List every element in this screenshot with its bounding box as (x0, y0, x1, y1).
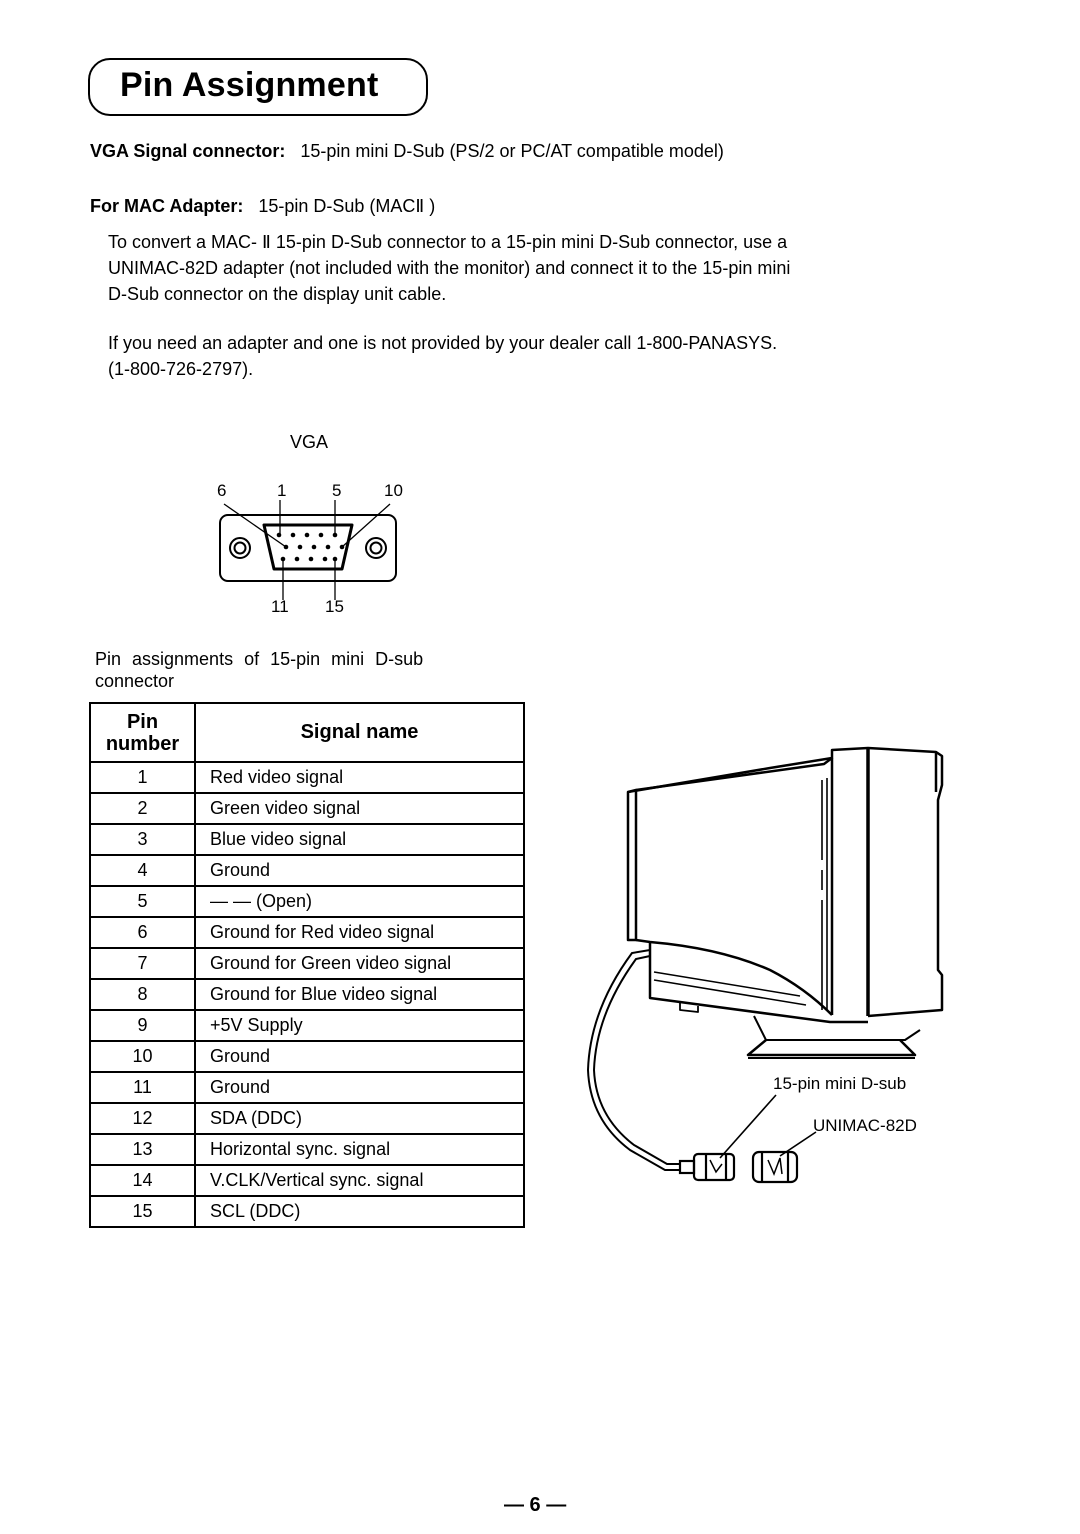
pin-label-10: 10 (384, 481, 403, 500)
signal-name-cell: Ground for Blue video signal (194, 978, 525, 1011)
table-row: 6 Ground for Red video signal (89, 916, 525, 949)
caption-line: Pin assignments of 15-pin mini D-sub (95, 649, 424, 669)
table-row: 7 Ground for Green video signal (89, 947, 525, 980)
signal-name-cell: V.CLK/Vertical sync. signal (194, 1164, 525, 1197)
signal-name-cell: Ground (194, 1040, 525, 1073)
header-signal-name: Signal name (194, 702, 525, 763)
vga-diagram-title: VGA (290, 432, 329, 452)
signal-name-cell: Horizontal sync. signal (194, 1133, 525, 1166)
table-row: 1 Red video signal (89, 761, 525, 794)
table-row: 13 Horizontal sync. signal (89, 1133, 525, 1166)
pin-label-15: 15 (325, 597, 344, 616)
vga-connector-line: VGA Signal connector: 15-pin mini D-Sub … (90, 138, 724, 164)
pin-number-cell: 8 (89, 978, 196, 1011)
convert-line: UNIMAC-82D adapter (not included with th… (108, 258, 791, 278)
unimac-adapter (751, 1150, 799, 1184)
pin-number-cell: 11 (89, 1071, 196, 1104)
table-row: 14 V.CLK/Vertical sync. signal (89, 1164, 525, 1197)
front-bezel (626, 788, 638, 942)
table-row: 2 Green video signal (89, 792, 525, 825)
table-row: 3 Blue video signal (89, 823, 525, 856)
dealer-line: If you need an adapter and one is not pr… (108, 333, 778, 353)
mounting-screw-left (229, 537, 251, 559)
table-row: 5— — (Open) (89, 885, 525, 918)
signal-name-cell: Green video signal (194, 792, 525, 825)
mini-d-sub-plug (678, 1152, 736, 1182)
pin-number-cell: 10 (89, 1040, 196, 1073)
pin-label-5: 5 (332, 481, 342, 500)
mounting-screw-right (365, 537, 387, 559)
table-header-row: Pin number Signal name (89, 702, 525, 763)
signal-cable (586, 949, 680, 1171)
table-row: 15 SCL (DDC) (89, 1195, 525, 1228)
signal-name-cell: Blue video signal (194, 823, 525, 856)
signal-name-cell: Ground for Green video signal (194, 947, 525, 980)
vga-connector-diagram (219, 500, 397, 600)
table-row: 4 Ground (89, 854, 525, 887)
signal-name-cell: Ground for Red video signal (194, 916, 525, 949)
mac-adapter-line: For MAC Adapter: 15-pin D-Sub (MACⅡ ) (90, 193, 435, 219)
convert-paragraph: To convert a MAC- Ⅱ 15-pin D-Sub connect… (108, 229, 790, 307)
pin-number-cell: 6 (89, 916, 196, 949)
convert-line: To convert a MAC- Ⅱ 15-pin D-Sub connect… (108, 232, 788, 252)
signal-name-cell: SCL (DDC) (194, 1195, 525, 1228)
pin-number-cell: 14 (89, 1164, 196, 1197)
dealer-paragraph: If you need an adapter and one is not pr… (108, 330, 777, 382)
pin-number-cell: 2 (89, 792, 196, 825)
pin-number-cell: 12 (89, 1102, 196, 1135)
header-pin-line1: Pin (126, 710, 159, 733)
signal-name-cell: Ground (194, 1071, 525, 1104)
vga-connector-label: VGA Signal connector: (90, 141, 286, 161)
signal-name-cell: Red video signal (194, 761, 525, 794)
signal-name-cell: SDA (DDC) (194, 1102, 525, 1135)
pin-label-1: 1 (277, 481, 287, 500)
table-row: 10 Ground (89, 1040, 525, 1073)
table-caption: Pin assignments of 15-pin mini D-sub con… (95, 648, 515, 692)
table-row: 8 Ground for Blue video signal (89, 978, 525, 1011)
mac-adapter-label: For MAC Adapter: (90, 196, 244, 216)
signal-name-cell: Ground (194, 854, 525, 887)
vga-connector-value: 15-pin mini D-Sub (PS/2 or PC/AT compati… (300, 141, 724, 161)
header-pin-number: Pin number (89, 702, 196, 763)
table-row: 12 SDA (DDC) (89, 1102, 525, 1135)
pin-number-cell: 7 (89, 947, 196, 980)
monitor-body (626, 746, 944, 1059)
table-row: 9 +5V Supply (89, 1009, 525, 1042)
pin-assignment-table: Pin number Signal name 1 Red video signal… (89, 702, 525, 1228)
caption-line: connector (95, 671, 175, 691)
pin-number-cell: 3 (89, 823, 196, 856)
pin-label-11: 11 (271, 597, 289, 616)
table-row: 11 Ground (89, 1071, 525, 1104)
stand-base (746, 1039, 917, 1057)
pin-number-cell: 4 (89, 854, 196, 887)
pin-number-cell: 1 (89, 761, 196, 794)
convert-line: D-Sub connector on the display unit cabl… (108, 284, 447, 304)
header-pin-line2: number (105, 732, 180, 755)
pin-number-cell: 9 (89, 1009, 196, 1042)
pin-label-6: 6 (217, 481, 227, 500)
mac-adapter-value: 15-pin D-Sub (MACⅡ ) (258, 196, 436, 216)
label-mini-d-sub: 15-pin mini D-sub (773, 1074, 907, 1093)
pin-number-cell: 5 (89, 885, 196, 918)
page-number: — 6 — (504, 1494, 567, 1516)
callout-lines (719, 1094, 817, 1159)
page-title: Pin Assignment (120, 66, 379, 104)
signal-name-cell: — — (Open) (194, 885, 525, 918)
signal-name-cell: +5V Supply (194, 1009, 525, 1042)
pin-dots (276, 532, 345, 562)
pin-number-cell: 15 (89, 1195, 196, 1228)
d-sub-trapezoid (262, 523, 354, 571)
dealer-line: (1-800-726-2797). (108, 359, 254, 379)
pin-number-cell: 13 (89, 1133, 196, 1166)
label-unimac-82d: UNIMAC-82D (813, 1116, 917, 1135)
rear-housing (867, 750, 944, 1018)
monitor-illustration (586, 746, 944, 1184)
